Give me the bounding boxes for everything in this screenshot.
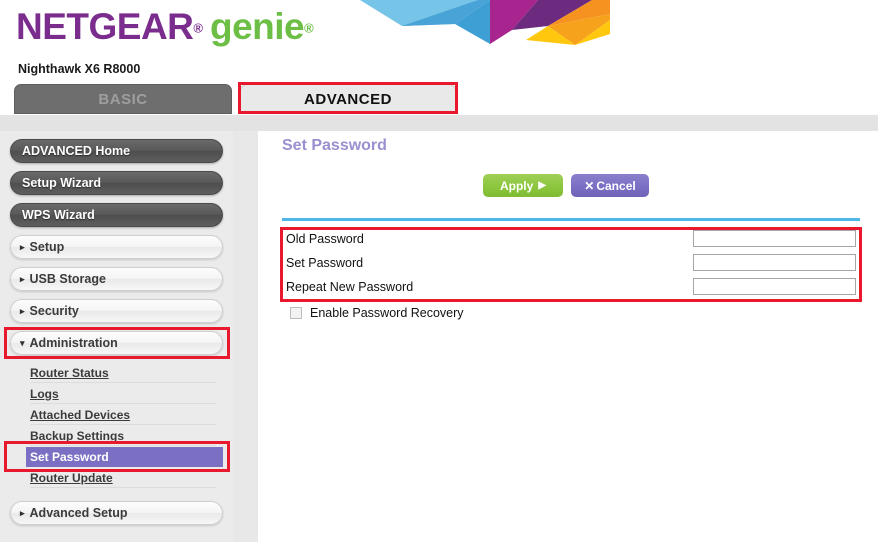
brand-netgear-text: NETGEAR [16,6,194,47]
close-icon: ✕ [584,178,595,193]
main-tab-bar: BASIC ADVANCED [0,84,878,115]
sidebar-item-advanced-home[interactable]: ADVANCED Home [10,139,223,163]
chevron-right-icon: ▸ [20,273,25,284]
tab-advanced[interactable]: ADVANCED [240,84,456,114]
sidebar-subitem-label: Attached Devices [30,407,131,422]
section-divider [282,218,860,221]
form-action-buttons: Apply ▶ ✕ Cancel [483,174,649,197]
decorative-polygon-art [360,0,610,45]
set-password-label: Set Password [286,256,364,270]
form-row-old-password: Old Password [280,227,862,251]
chevron-right-icon: ▸ [20,305,25,316]
brand-netgear-reg-icon: ® [193,20,203,36]
password-form: Old Password Set Password Repeat New Pas… [280,227,862,299]
repeat-password-label: Repeat New Password [286,280,414,294]
sidebar-item-label: USB Storage [29,272,106,286]
chevron-down-icon: ▾ [20,337,25,348]
brand-logo: NETGEAR® genie® [16,8,314,45]
cancel-button-label: Cancel [596,178,636,193]
form-row-set-password: Set Password [280,251,862,275]
page-title: Set Password [282,137,387,154]
sidebar-item-label: Setup Wizard [22,176,102,190]
chevron-right-icon: ▸ [20,241,25,252]
old-password-label: Old Password [286,232,364,246]
sidebar-item-setup-wizard[interactable]: Setup Wizard [10,171,223,195]
brand-genie-text: genie [210,6,305,47]
enable-password-recovery-label: Enable Password Recovery [310,306,464,320]
apply-button[interactable]: Apply ▶ [483,174,563,197]
sidebar-subitem-label: Set Password [30,450,109,464]
sidebar-subitem-label: Router Status [30,365,109,380]
old-password-input[interactable] [693,230,856,247]
sidebar-item-label: Administration [29,336,118,350]
sidebar-subitem-backup-settings[interactable]: Backup Settings [30,426,216,446]
page-body: ADVANCED Home Setup Wizard WPS Wizard ▸ … [0,131,878,542]
sidebar: ADVANCED Home Setup Wizard WPS Wizard ▸ … [0,131,258,542]
brand-genie-reg-icon: ® [304,20,314,36]
sidebar-item-security[interactable]: ▸ Security [10,299,223,323]
sidebar-item-label: ADVANCED Home [22,144,131,158]
repeat-password-input[interactable] [693,278,856,295]
header-divider-band [0,115,878,131]
sidebar-subitem-label: Logs [30,386,59,401]
sidebar-subitem-router-status[interactable]: Router Status [30,363,216,383]
password-recovery-row[interactable]: Enable Password Recovery [290,306,464,320]
tab-basic[interactable]: BASIC [14,84,232,114]
page-header: NETGEAR® genie® Nighthawk X6 R8000 BASIC … [0,0,878,115]
sidebar-subitem-set-password[interactable]: Set Password [26,447,223,467]
sidebar-item-setup[interactable]: ▸ Setup [10,235,223,259]
sidebar-subitem-router-update[interactable]: Router Update [30,468,216,488]
play-arrow-icon: ▶ [538,180,547,191]
sidebar-subitem-label: Backup Settings [30,428,125,443]
sidebar-item-administration[interactable]: ▾ Administration [10,331,223,355]
enable-password-recovery-checkbox[interactable] [290,307,302,319]
sidebar-subitem-label: Router Update [30,470,113,485]
set-password-input[interactable] [693,254,856,271]
router-model-label: Nighthawk X6 R8000 [18,62,141,76]
sidebar-item-usb-storage[interactable]: ▸ USB Storage [10,267,223,291]
sidebar-item-advanced-setup[interactable]: ▸ Advanced Setup [10,501,223,525]
main-content: Set Password Apply ▶ ✕ Cancel Old Passwo… [258,131,878,542]
sidebar-item-label: Setup [29,240,65,254]
sidebar-subitem-attached-devices[interactable]: Attached Devices [30,405,216,425]
sidebar-item-label: Security [29,304,79,318]
cancel-button[interactable]: ✕ Cancel [571,174,649,197]
sidebar-item-label: WPS Wizard [22,208,95,222]
apply-button-label: Apply [499,178,534,193]
sidebar-item-label: Advanced Setup [29,506,128,520]
sidebar-item-wps-wizard[interactable]: WPS Wizard [10,203,223,227]
form-row-repeat-password: Repeat New Password [280,275,862,299]
sidebar-subitem-logs[interactable]: Logs [30,384,216,404]
chevron-right-icon: ▸ [20,507,25,518]
